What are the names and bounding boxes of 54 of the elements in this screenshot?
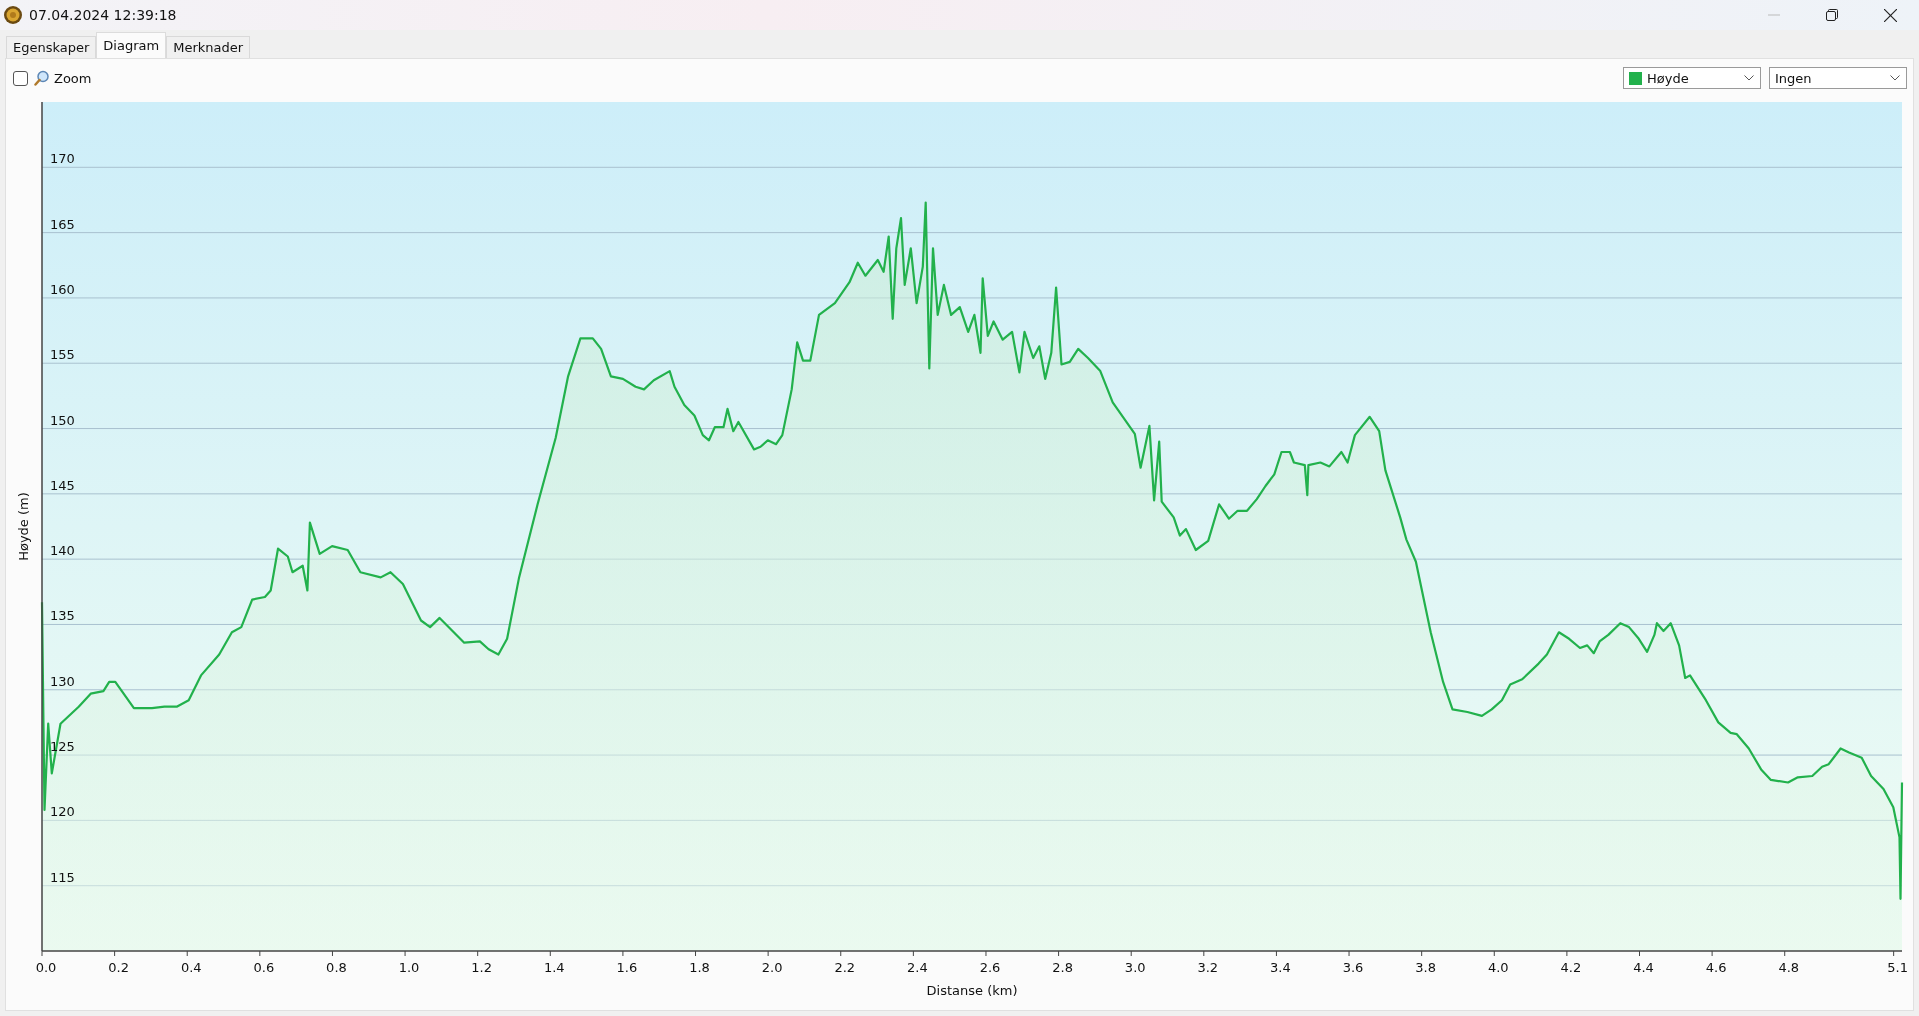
axis-tick-label: 130: [50, 673, 75, 689]
axis-tick-label: 2.0: [761, 960, 783, 975]
app-logo-icon: [3, 5, 23, 25]
axis-tick-label: 0.4: [180, 960, 202, 975]
axis-tick-label: 3.2: [1197, 960, 1219, 975]
axis-tick-label: 120: [50, 804, 75, 820]
axis-tick-label: 155: [50, 347, 75, 363]
window-title: 07.04.2024 12:39:18: [29, 7, 177, 23]
axis-tick-label: 4.4: [1633, 960, 1654, 975]
axis-tick-label: 0.0: [35, 960, 57, 975]
tab[interactable]: Diagram: [96, 32, 167, 58]
chevron-down-icon: [1744, 75, 1754, 81]
axis-tick-label: 150: [50, 412, 75, 428]
axis-tick-label: 160: [50, 281, 75, 297]
y-axis-title: Høyde (m): [16, 492, 31, 561]
axis-tick-label: 2.4: [907, 960, 928, 975]
axis-tick-label: 1.0: [398, 960, 420, 975]
tab[interactable]: Egenskaper: [6, 36, 97, 58]
axis-tick-label: 165: [50, 216, 75, 232]
color-swatch-icon: [1629, 71, 1642, 85]
restore-icon: [1826, 9, 1838, 21]
axis-tick-label: 1.2: [471, 960, 493, 975]
axis-tick-label: 1.8: [689, 960, 710, 975]
zoom-label: Zoom: [54, 70, 92, 86]
axis-tick-label: 4.2: [1560, 960, 1582, 975]
overlay-dropdown[interactable]: Ingen: [1769, 67, 1907, 89]
axis-tick-label: 4.8: [1778, 960, 1800, 975]
axis-tick-label: 145: [50, 477, 75, 493]
zoom-checkbox[interactable]: [13, 70, 28, 86]
axis-tick-label: 3.0: [1124, 960, 1146, 975]
axis-tick-label: 5.1: [1887, 960, 1908, 975]
axis-tick-label: 135: [50, 608, 75, 624]
axis-tick-label: 0.2: [108, 960, 129, 975]
magnifier-icon: [34, 70, 50, 86]
axis-tick-label: 4.0: [1487, 960, 1509, 975]
axis-tick-label: 1.6: [616, 960, 638, 975]
axis-tick-label: 4.6: [1705, 960, 1727, 975]
axis-tick-label: 0.6: [253, 960, 275, 975]
close-icon: [1883, 8, 1897, 22]
x-axis-title: Distanse (km): [926, 983, 1018, 998]
series-dropdown[interactable]: Høyde: [1623, 67, 1761, 89]
tab[interactable]: Merknader: [166, 36, 251, 58]
axis-tick-label: 3.4: [1270, 960, 1291, 975]
axis-tick-label: 1.4: [543, 960, 565, 975]
axis-tick-label: 2.2: [834, 960, 856, 975]
chevron-down-icon: [1890, 75, 1900, 81]
axis-tick-label: 170: [50, 151, 75, 167]
axis-tick-label: 140: [50, 543, 75, 559]
axis-tick-label: 0.8: [326, 960, 347, 975]
axis-tick-label: 2.6: [979, 960, 1001, 975]
axis-tick-label: 2.8: [1052, 960, 1073, 975]
axis-tick-label: 3.6: [1342, 960, 1364, 975]
axis-tick-label: 3.8: [1415, 960, 1436, 975]
axis-tick-label: 115: [50, 869, 75, 885]
